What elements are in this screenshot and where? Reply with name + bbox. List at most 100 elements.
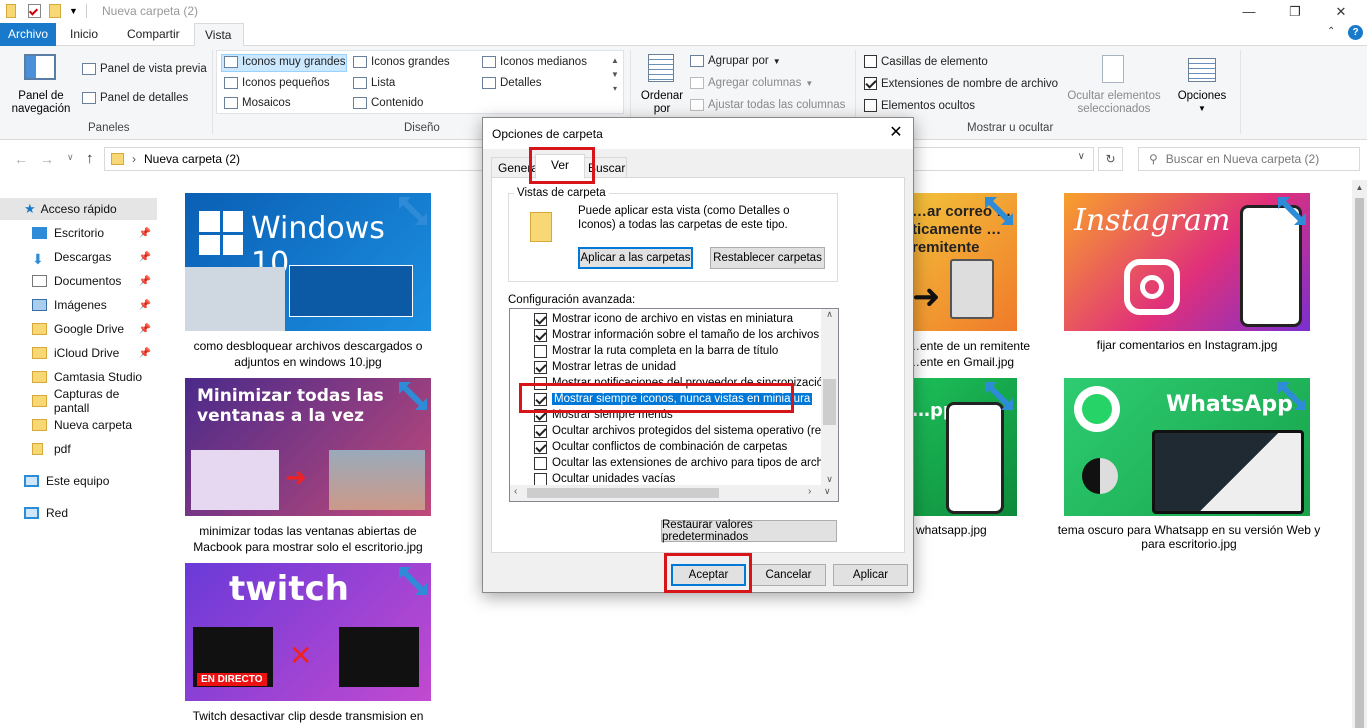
navigation-pane-button[interactable]: Panel de navegación [6, 90, 76, 116]
fit-columns-button[interactable]: Ajustar todas las columnas [690, 99, 845, 111]
sidebar-item-this-pc[interactable]: Este equipo [0, 470, 157, 492]
sidebar-item-pdf[interactable]: pdf [0, 438, 157, 460]
advanced-setting[interactable]: Mostrar icono de archivo en vistas en mi… [534, 311, 793, 327]
advanced-setting[interactable]: Mostrar letras de unidad [534, 359, 676, 375]
close-button[interactable]: ✕ [1318, 0, 1364, 23]
checkbox[interactable] [864, 77, 877, 90]
sidebar-item-screenshots[interactable]: Capturas de pantall [0, 387, 157, 415]
layout-details[interactable]: Detalles [482, 77, 542, 89]
sidebar-item-quick-access[interactable]: ★ Acceso rápido [0, 198, 157, 220]
hidden-items-toggle[interactable]: Elementos ocultos [864, 99, 975, 112]
sidebar-item-google-drive[interactable]: Google Drive 📌 [0, 318, 157, 340]
file-thumbnail[interactable]: Windows 10 [185, 193, 431, 331]
new-folder-icon[interactable] [49, 4, 61, 18]
sidebar-item-documents[interactable]: Documentos 📌 [0, 270, 157, 292]
sort-by-button[interactable]: Ordenar por [640, 90, 684, 116]
layout-list[interactable]: Lista [353, 77, 395, 89]
back-arrow-icon[interactable]: ← [14, 151, 28, 167]
file-thumbnail[interactable]: WhatsApp [1064, 378, 1310, 516]
search-input[interactable]: ⚲ Buscar en Nueva carpeta (2) [1138, 147, 1360, 171]
scrollbar-thumb[interactable] [1355, 198, 1364, 728]
checkbox[interactable] [864, 99, 877, 112]
apply-to-folders-button[interactable]: Aplicar a las carpetas [578, 247, 693, 269]
file-name[interactable]: whatsapp.jpg [916, 523, 987, 537]
customize-qat-icon[interactable]: ▼ [69, 6, 78, 16]
apply-button[interactable]: Aplicar [833, 564, 908, 586]
scroll-down-icon[interactable]: ∨ [824, 486, 831, 497]
list-horizontal-scrollbar[interactable]: ‹ › ∨ [510, 485, 838, 501]
file-name[interactable]: …ente de un remitente …ente en Gmail.jpg [908, 338, 1030, 370]
file-thumbnail[interactable]: …ar correo …ticamente …remitente ➜ [910, 193, 1017, 331]
add-columns-button[interactable]: Agregar columnas ▼ [690, 77, 813, 89]
scroll-left-icon[interactable]: ‹ [514, 486, 517, 497]
tab-archivo[interactable]: Archivo [0, 23, 56, 46]
scroll-up-icon[interactable]: ▲ [1352, 183, 1367, 192]
file-thumbnail[interactable]: Minimizar todas las ventanas a la vez ➜ [185, 378, 431, 516]
scroll-up-icon[interactable]: ∧ [821, 309, 838, 320]
up-arrow-icon[interactable]: ↑ [86, 150, 94, 167]
advanced-setting[interactable]: Ocultar las extensiones de archivo para … [534, 455, 838, 471]
checkbox[interactable] [534, 328, 547, 342]
file-thumbnail[interactable]: …pp [910, 378, 1017, 516]
tab-vista[interactable]: Vista [194, 23, 244, 47]
group-by-button[interactable]: Agrupar por ▼ [690, 55, 781, 67]
checkbox[interactable] [534, 424, 547, 438]
advanced-setting[interactable]: Ocultar conflictos de combinación de car… [534, 439, 787, 455]
file-thumbnail[interactable]: Instagram [1064, 193, 1310, 331]
sidebar-item-downloads[interactable]: ⬇ Descargas 📌 [0, 246, 157, 268]
checkbox[interactable] [534, 440, 547, 454]
sidebar-item-pictures[interactable]: Imágenes 📌 [0, 294, 157, 316]
file-thumbnail[interactable]: twitch EN DIRECTO ✕ [185, 563, 431, 701]
checkbox[interactable] [534, 312, 547, 326]
vertical-scrollbar[interactable]: ▲ [1352, 180, 1367, 728]
advanced-setting[interactable]: Ocultar archivos protegidos del sistema … [534, 423, 838, 439]
tab-ver[interactable]: Ver [535, 154, 585, 179]
hide-selected-button[interactable]: Ocultar elementos seleccionados [1062, 90, 1166, 116]
file-extensions-toggle[interactable]: Extensiones de nombre de archivo [864, 77, 1058, 90]
sidebar-item-new-folder[interactable]: Nueva carpeta [0, 414, 157, 436]
scroll-down-icon[interactable]: ∨ [821, 474, 838, 485]
item-checkboxes-toggle[interactable]: Casillas de elemento [864, 55, 988, 68]
properties-icon[interactable] [28, 4, 41, 18]
layout-medium-icons[interactable]: Iconos medianos [482, 56, 587, 68]
scrollbar-thumb[interactable] [823, 379, 836, 425]
maximize-button[interactable]: ❐ [1272, 0, 1318, 23]
checkbox[interactable] [864, 55, 877, 68]
help-icon[interactable]: ? [1348, 25, 1363, 40]
layout-content[interactable]: Contenido [353, 97, 423, 109]
file-name[interactable]: tema oscuro para Whatsapp en su versión … [1056, 523, 1322, 551]
scroll-right-icon[interactable]: › [808, 486, 811, 497]
layout-large-icons[interactable]: Iconos grandes [353, 56, 450, 68]
details-pane-button[interactable]: Panel de detalles [82, 92, 188, 104]
advanced-setting[interactable]: Mostrar la ruta completa en la barra de … [534, 343, 778, 359]
sidebar-item-desktop[interactable]: Escritorio 📌 [0, 222, 157, 244]
collapse-ribbon-icon[interactable]: ⌃ [1327, 26, 1335, 37]
sidebar-item-icloud-drive[interactable]: iCloud Drive 📌 [0, 342, 157, 364]
checkbox[interactable] [534, 456, 547, 470]
file-name[interactable]: Twitch desactivar clip desde transmision… [185, 708, 431, 724]
restore-defaults-button[interactable]: Restaurar valores predeterminados [661, 519, 837, 543]
checkbox[interactable] [534, 472, 547, 486]
refresh-icon[interactable]: ↻ [1098, 147, 1123, 171]
layout-extra-large-icons[interactable]: Iconos muy grandes [224, 56, 346, 68]
options-button[interactable]: Opciones ▼ [1172, 90, 1232, 114]
file-name[interactable]: minimizar todas las ventanas abiertas de… [185, 523, 431, 555]
advanced-setting[interactable]: Mostrar información sobre el tamaño de l… [534, 327, 838, 343]
sidebar-item-camtasia[interactable]: Camtasia Studio [0, 366, 157, 388]
forward-arrow-icon[interactable]: → [40, 151, 54, 167]
recent-locations-icon[interactable]: ∨ [67, 152, 74, 163]
layout-scroll-icon[interactable]: ▲ ▼ ▾ [611, 54, 619, 96]
file-name[interactable]: fijar comentarios en Instagram.jpg [1064, 338, 1310, 352]
checkbox[interactable] [534, 360, 547, 374]
minimize-button[interactable]: — [1226, 0, 1272, 23]
breadcrumb[interactable]: Nueva carpeta (2) [144, 152, 240, 166]
reset-folders-button[interactable]: Restablecer carpetas [710, 247, 825, 269]
preview-pane-button[interactable]: Panel de vista previa [82, 63, 207, 75]
cancel-button[interactable]: Cancelar [751, 564, 826, 586]
tab-compartir[interactable]: Compartir [117, 23, 190, 46]
folder-icon[interactable] [6, 4, 16, 18]
address-dropdown-icon[interactable]: ∨ [1078, 151, 1085, 162]
layout-tiles[interactable]: Mosaicos [224, 97, 291, 109]
list-vertical-scrollbar[interactable]: ∧ ∨ [821, 309, 838, 485]
sidebar-item-network[interactable]: Red [0, 502, 157, 524]
